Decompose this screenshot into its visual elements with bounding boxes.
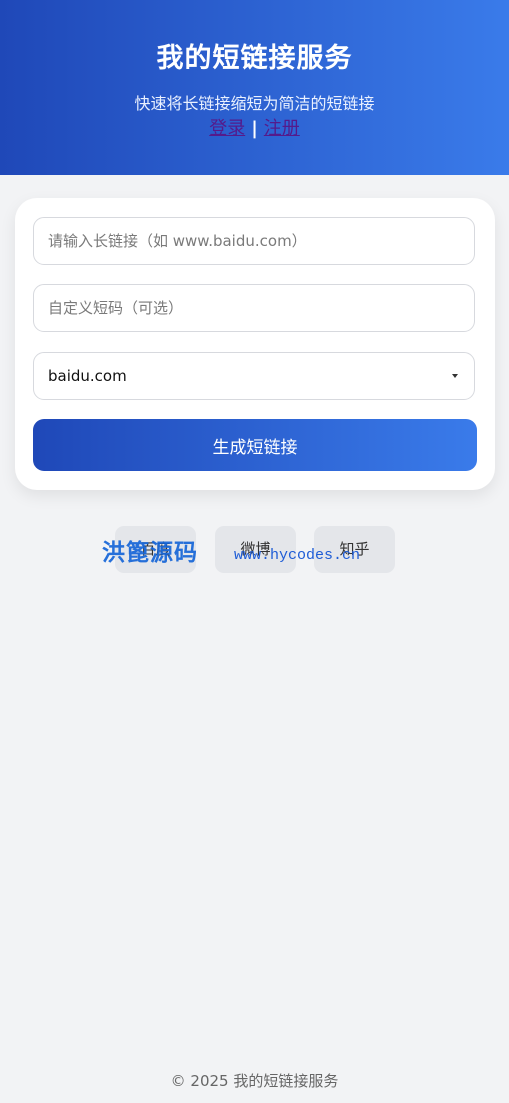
custom-code-input[interactable]	[33, 284, 475, 332]
domain-select-value: baidu.com	[48, 367, 127, 385]
generate-short-link-button[interactable]: 生成短链接	[33, 419, 477, 471]
quick-link-baidu[interactable]: 百度	[115, 526, 196, 573]
chevron-down-icon	[452, 374, 458, 378]
page-subtitle: 快速将长链接缩短为简洁的短链接	[134, 94, 375, 113]
quick-link-zhihu[interactable]: 知乎	[314, 526, 395, 573]
login-link[interactable]: 登录	[209, 118, 245, 139]
quick-link-weibo[interactable]: 微博	[215, 526, 296, 573]
footer-copyright: © 2025 我的短链接服务	[170, 1072, 339, 1090]
domain-select[interactable]: baidu.com	[33, 352, 475, 400]
page-title: 我的短链接服务	[156, 43, 353, 74]
auth-separator: |	[251, 118, 258, 139]
header-banner: 我的短链接服务 快速将长链接缩短为简洁的短链接 登录 | 注册	[0, 0, 509, 175]
shorten-form-card: baidu.com 生成短链接	[15, 198, 495, 490]
register-link[interactable]: 注册	[264, 118, 300, 139]
auth-links: 登录 | 注册	[0, 114, 509, 140]
long-url-input[interactable]	[33, 217, 475, 265]
